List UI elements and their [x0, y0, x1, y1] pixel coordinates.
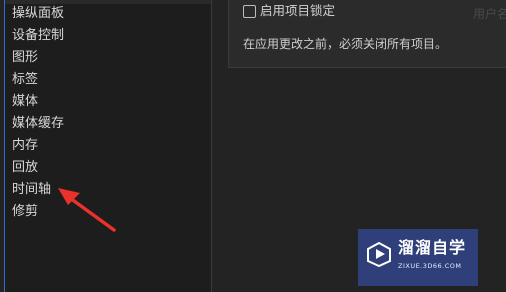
sidebar-item-device-control[interactable]: 设备控制 — [12, 28, 64, 44]
project-lock-checkbox[interactable] — [243, 5, 256, 18]
sidebar-item-media[interactable]: 媒体 — [12, 94, 38, 110]
preferences-sidebar: 操纵面板 设备控制 图形 标签 媒体 媒体缓存 内存 回放 时间轴 修剪 — [4, 0, 212, 292]
watermark-title: 溜溜自学 — [398, 238, 467, 257]
sidebar-item-timeline[interactable]: 时间轴 — [12, 182, 51, 198]
sidebar-item-trim[interactable]: 修剪 — [12, 204, 38, 220]
project-lock-panel: 启用项目锁定 用户名 在应用更改之前，必须关闭所有项目。 — [228, 0, 506, 68]
sidebar-item-control-surface[interactable]: 操纵面板 — [12, 6, 64, 22]
sidebar-top-edge — [5, 0, 211, 4]
play-logo-icon — [367, 241, 391, 267]
sidebar-item-playback[interactable]: 回放 — [12, 160, 38, 176]
watermark: 溜溜自学 ZIXUE.3D66.COM — [358, 229, 478, 286]
project-lock-note: 在应用更改之前，必须关闭所有项目。 — [243, 37, 448, 51]
watermark-url: ZIXUE.3D66.COM — [398, 262, 462, 270]
sidebar-item-media-cache[interactable]: 媒体缓存 — [12, 116, 64, 132]
username-label: 用户名 — [473, 7, 506, 21]
sidebar-item-labels[interactable]: 标签 — [12, 72, 38, 88]
red-arrow-annotation — [58, 188, 116, 232]
sidebar-item-memory[interactable]: 内存 — [12, 138, 38, 154]
project-lock-label[interactable]: 启用项目锁定 — [260, 3, 335, 19]
sidebar-item-graphics[interactable]: 图形 — [12, 50, 38, 66]
